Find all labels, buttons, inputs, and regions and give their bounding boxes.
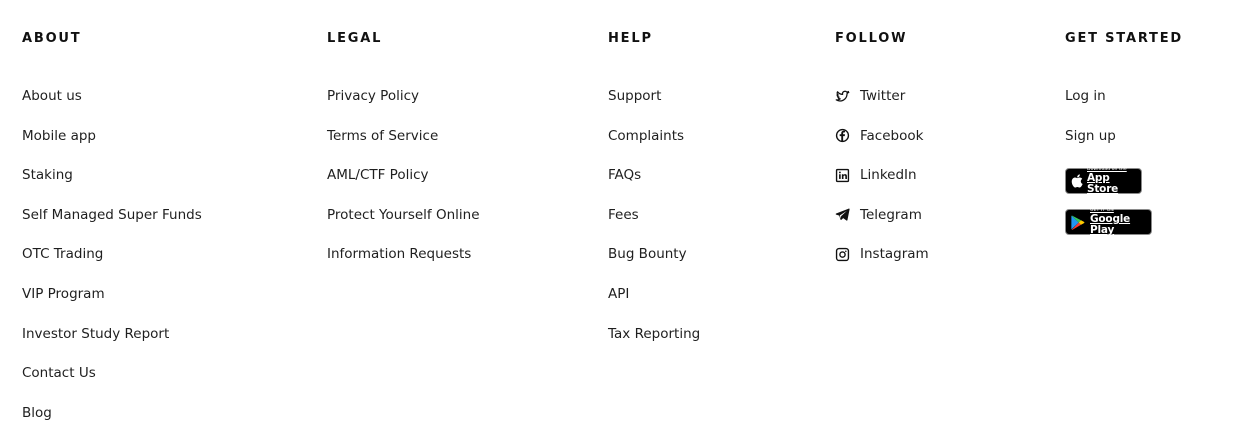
link-api[interactable]: API <box>608 284 629 304</box>
link-fees[interactable]: Fees <box>608 205 639 225</box>
linkedin-icon <box>835 168 850 183</box>
link-mobile-app[interactable]: Mobile app <box>22 126 96 146</box>
link-protect-yourself-online[interactable]: Protect Yourself Online <box>327 205 480 225</box>
column-heading-help: HELP <box>608 31 653 46</box>
app-store-text: Download on the App Store <box>1087 167 1136 195</box>
link-information-requests[interactable]: Information Requests <box>327 244 471 264</box>
link-vip-program[interactable]: VIP Program <box>22 284 105 304</box>
link-staking[interactable]: Staking <box>22 165 73 185</box>
column-heading-about: ABOUT <box>22 31 82 46</box>
linkedin-label: LinkedIn <box>860 167 917 184</box>
link-facebook[interactable]: Facebook <box>835 126 923 146</box>
link-linkedin[interactable]: LinkedIn <box>835 165 917 185</box>
column-heading-follow: FOLLOW <box>835 31 908 46</box>
get-started-links: Log in Sign up <box>1065 86 1116 165</box>
instagram-icon <box>835 247 850 262</box>
help-links: Support Complaints FAQs Fees Bug Bounty … <box>608 86 700 363</box>
column-heading-get-started: GET STARTED <box>1065 31 1183 46</box>
telegram-label: Telegram <box>860 206 922 223</box>
link-about-us[interactable]: About us <box>22 86 82 106</box>
facebook-label: Facebook <box>860 127 924 144</box>
google-play-icon <box>1071 215 1085 230</box>
link-aml-ctf-policy[interactable]: AML/CTF Policy <box>327 165 429 185</box>
link-otc-trading[interactable]: OTC Trading <box>22 244 103 264</box>
link-support[interactable]: Support <box>608 86 661 106</box>
link-terms-of-service[interactable]: Terms of Service <box>327 126 438 146</box>
link-complaints[interactable]: Complaints <box>608 126 684 146</box>
link-blog[interactable]: Blog <box>22 403 52 423</box>
google-play-badge[interactable]: GET IT ON Google Play <box>1065 208 1152 236</box>
google-play-big-text: Google Play <box>1090 213 1131 236</box>
link-investor-study-report[interactable]: Investor Study Report <box>22 324 169 344</box>
link-instagram[interactable]: Instagram <box>835 244 929 264</box>
app-store-badge[interactable]: Download on the App Store <box>1065 167 1142 195</box>
legal-links: Privacy Policy Terms of Service AML/CTF … <box>327 86 480 284</box>
about-links: About us Mobile app Staking Self Managed… <box>22 86 202 442</box>
twitter-label: Twitter <box>860 88 906 104</box>
link-bug-bounty[interactable]: Bug Bounty <box>608 244 687 264</box>
app-store-big-text: App Store <box>1087 172 1119 195</box>
link-sign-up[interactable]: Sign up <box>1065 126 1116 146</box>
link-privacy-policy[interactable]: Privacy Policy <box>327 86 419 106</box>
link-contact-us[interactable]: Contact Us <box>22 363 96 383</box>
telegram-icon <box>835 207 850 222</box>
link-faqs[interactable]: FAQs <box>608 165 641 185</box>
twitter-icon <box>835 89 850 104</box>
apple-icon <box>1071 174 1083 189</box>
follow-links: Twitter Facebook LinkedIn Telegram Insta… <box>835 86 929 284</box>
instagram-label: Instagram <box>860 246 929 263</box>
link-log-in[interactable]: Log in <box>1065 86 1106 106</box>
link-tax-reporting[interactable]: Tax Reporting <box>608 324 700 344</box>
facebook-icon <box>835 128 850 143</box>
link-telegram[interactable]: Telegram <box>835 205 922 225</box>
google-play-text: GET IT ON Google Play <box>1090 208 1146 236</box>
link-twitter[interactable]: Twitter <box>835 86 905 106</box>
column-heading-legal: LEGAL <box>327 31 383 46</box>
link-self-managed-super-funds[interactable]: Self Managed Super Funds <box>22 205 202 225</box>
